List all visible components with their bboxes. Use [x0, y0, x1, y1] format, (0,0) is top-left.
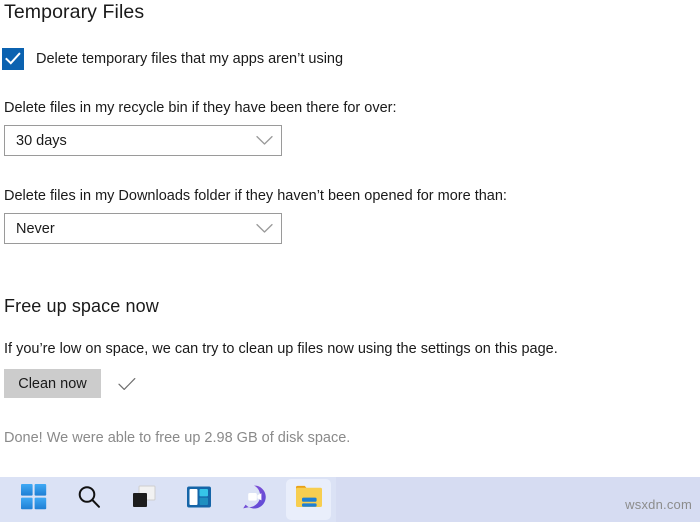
taskbar-item-file-explorer[interactable]: [281, 477, 336, 522]
taskbar: [0, 477, 700, 522]
free-up-space-title: Free up space now: [4, 296, 159, 316]
settings-content-pane: Temporary Files Delete temporary files t…: [0, 0, 700, 477]
chevron-down-icon: [256, 135, 273, 146]
windows-logo-icon: [20, 484, 47, 515]
watermark: wsxdn.com: [625, 497, 692, 512]
checkmark-icon: [118, 377, 136, 391]
taskbar-item-search[interactable]: [61, 477, 116, 522]
delete-temp-files-checkbox-label: Delete temporary files that my apps aren…: [36, 51, 344, 67]
taskbar-item-chat[interactable]: [226, 477, 281, 522]
clean-now-button[interactable]: Clean now: [4, 369, 101, 398]
clean-now-row: Clean now: [4, 369, 136, 398]
recycle-bin-selected-value: 30 days: [16, 132, 67, 149]
chat-icon: [241, 484, 267, 515]
folder-icon: [294, 483, 324, 516]
taskbar-item-start[interactable]: [6, 477, 61, 522]
widgets-icon: [186, 484, 212, 515]
cleanup-status-message: Done! We were able to free up 2.98 GB of…: [4, 430, 351, 446]
downloads-folder-dropdown[interactable]: Never: [4, 213, 282, 244]
task-view-icon: [131, 484, 157, 515]
checkmark-icon: [5, 52, 21, 65]
delete-temp-files-checkbox-row[interactable]: Delete temporary files that my apps aren…: [2, 48, 343, 70]
recycle-bin-dropdown[interactable]: 30 days: [4, 125, 282, 156]
downloads-folder-label: Delete files in my Downloads folder if t…: [4, 188, 507, 204]
taskbar-item-task-view[interactable]: [116, 477, 171, 522]
page-title: Temporary Files: [4, 1, 145, 23]
chevron-down-icon: [256, 223, 273, 234]
search-icon: [76, 484, 102, 515]
free-up-space-description: If you’re low on space, we can try to cl…: [4, 341, 558, 357]
taskbar-icon-group: [6, 477, 336, 522]
taskbar-item-widgets[interactable]: [171, 477, 226, 522]
downloads-folder-selected-value: Never: [16, 220, 55, 237]
delete-temp-files-checkbox[interactable]: [2, 48, 24, 70]
recycle-bin-label: Delete files in my recycle bin if they h…: [4, 100, 397, 116]
